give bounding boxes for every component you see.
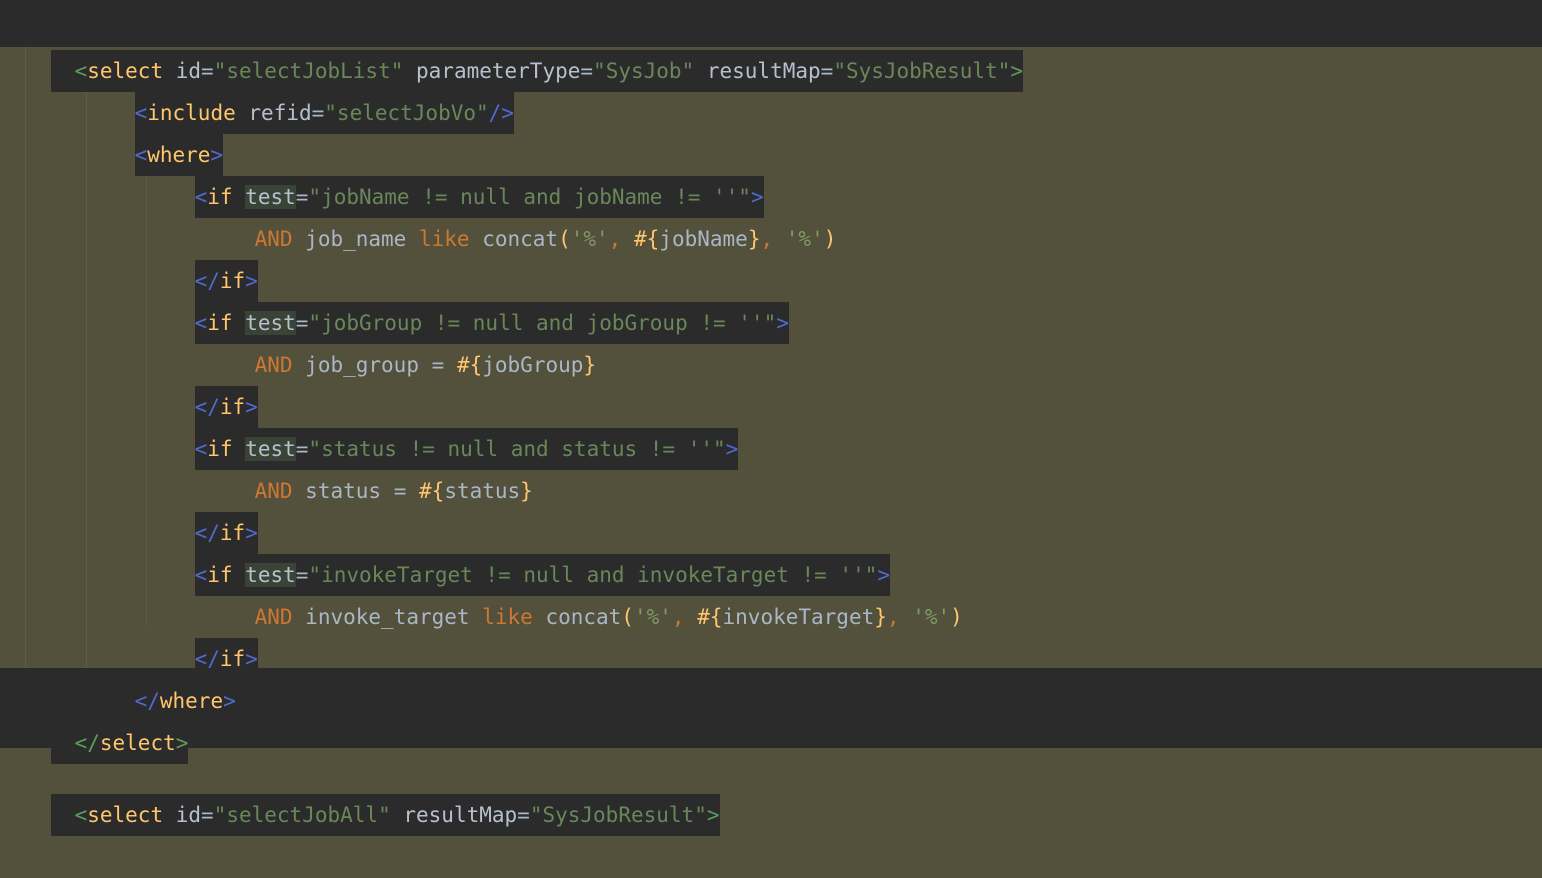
code-line[interactable]: AND job_name like concat('%', #{jobName}… — [0, 176, 1542, 251]
token-tag-name: select — [87, 803, 164, 827]
code-line[interactable]: <select id="selectJobList" parameterType… — [0, 8, 1542, 92]
code-line[interactable]: <include refid="selectJobVo"/> — [0, 50, 1542, 134]
code-line[interactable]: <if test="invokeTarget != null and invok… — [0, 512, 1542, 596]
token-bracket: > — [706, 803, 720, 827]
code-line[interactable]: </if> — [0, 470, 1542, 554]
code-line[interactable]: </if> — [0, 596, 1542, 680]
token-attr-value: "SysJobResult" — [529, 803, 707, 827]
code-line[interactable]: <if test="status != null and status != '… — [0, 386, 1542, 470]
code-line[interactable]: AND status = #{status} — [0, 428, 1542, 503]
token-bracket: < — [74, 803, 88, 827]
code-line[interactable]: </if> — [0, 344, 1542, 428]
token-equals: = — [201, 803, 214, 827]
code-line[interactable]: <where> — [0, 92, 1542, 176]
code-line[interactable]: </select> — [0, 680, 1542, 764]
code-line[interactable]: AND job_group = #{jobGroup} — [0, 302, 1542, 377]
token-attr-value: "selectJobAll" — [213, 803, 391, 827]
code-editor[interactable]: <select id="selectJobList" parameterType… — [0, 0, 1542, 836]
token-equals: = — [517, 803, 530, 827]
token-attr-name: id — [175, 803, 202, 827]
code-segment: <select id="selectJobAll" resultMap="Sys… — [50, 794, 720, 836]
code-line[interactable]: <select id="selectJobAll" resultMap="Sys… — [0, 752, 1542, 836]
token-attr-name: resultMap — [403, 803, 518, 827]
code-line[interactable]: <if test="jobGroup != null and jobGroup … — [0, 260, 1542, 344]
code-line[interactable]: <if test="jobName != null and jobName !=… — [0, 134, 1542, 218]
code-line[interactable]: </if> — [0, 218, 1542, 302]
code-line[interactable]: AND invoke_target like concat('%', #{inv… — [0, 554, 1542, 629]
code-line[interactable]: </where> — [0, 638, 1542, 722]
